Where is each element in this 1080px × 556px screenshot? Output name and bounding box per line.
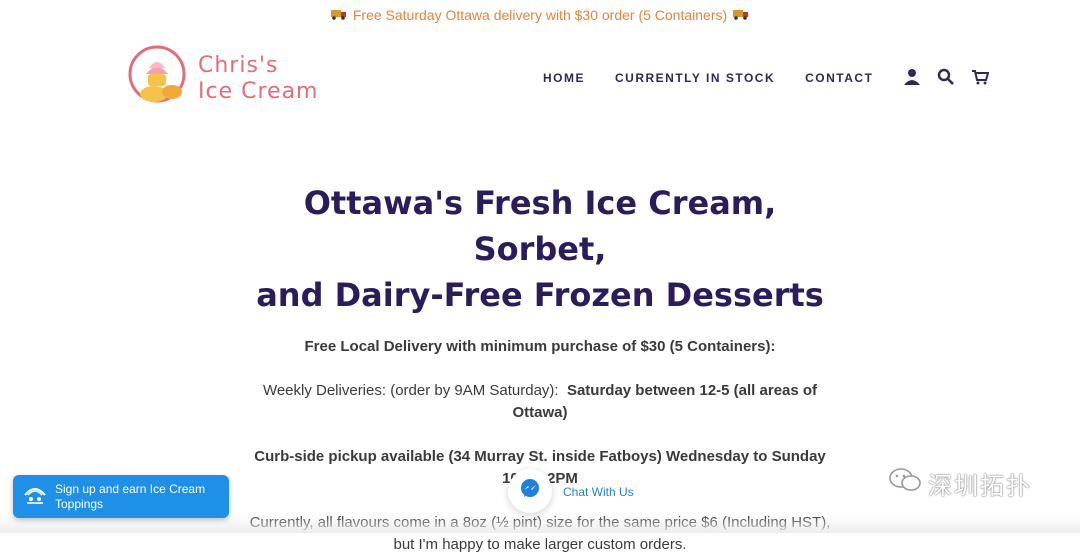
truck-icon bbox=[733, 7, 749, 23]
ice-cream-logo-icon bbox=[128, 44, 188, 113]
announcement-text[interactable]: Free Saturday Ottawa delivery with $30 o… bbox=[353, 7, 727, 23]
site-logo[interactable]: Chris's Ice Cream bbox=[128, 44, 318, 113]
nav-contact[interactable]: CONTACT bbox=[805, 71, 873, 85]
signup-rewards-button[interactable]: Sign up and earn Ice Cream Toppings bbox=[13, 475, 229, 518]
chat-label[interactable]: Chat With Us bbox=[561, 485, 636, 499]
watermark: 深圳拓扑 bbox=[888, 466, 1032, 501]
page-title: Ottawa's Fresh Ice Cream, Sorbet, and Da… bbox=[256, 184, 824, 314]
rewards-icon bbox=[23, 483, 47, 510]
nav-home[interactable]: HOME bbox=[543, 71, 585, 85]
cart-icon[interactable] bbox=[971, 68, 991, 88]
logo-line-2: Ice Cream bbox=[198, 78, 319, 104]
main-nav: HOME CURRENTLY IN STOCK CONTACT bbox=[543, 68, 991, 88]
messenger-icon bbox=[519, 478, 541, 505]
signup-label: Sign up and earn Ice Cream Toppings bbox=[55, 481, 206, 511]
weekly-deliveries: Weekly Deliveries: (order by 9AM Saturda… bbox=[262, 382, 818, 421]
nav-currently-in-stock[interactable]: CURRENTLY IN STOCK bbox=[615, 71, 775, 85]
logo-line-1: Chris's bbox=[198, 52, 279, 78]
search-icon[interactable] bbox=[937, 68, 957, 88]
watermark-text: 深圳拓扑 bbox=[928, 473, 1032, 500]
account-icon[interactable] bbox=[903, 68, 923, 88]
wechat-icon bbox=[888, 466, 922, 501]
messenger-chat-button[interactable] bbox=[508, 469, 552, 513]
delivery-heading: Free Local Delivery with minimum purchas… bbox=[304, 338, 776, 355]
truck-icon bbox=[330, 7, 347, 23]
site-header: Chris's Ice Cream HOME CURRENTLY IN STOC… bbox=[0, 36, 1080, 116]
announcement-bar: Free Saturday Ottawa delivery with $30 o… bbox=[0, 0, 1080, 30]
